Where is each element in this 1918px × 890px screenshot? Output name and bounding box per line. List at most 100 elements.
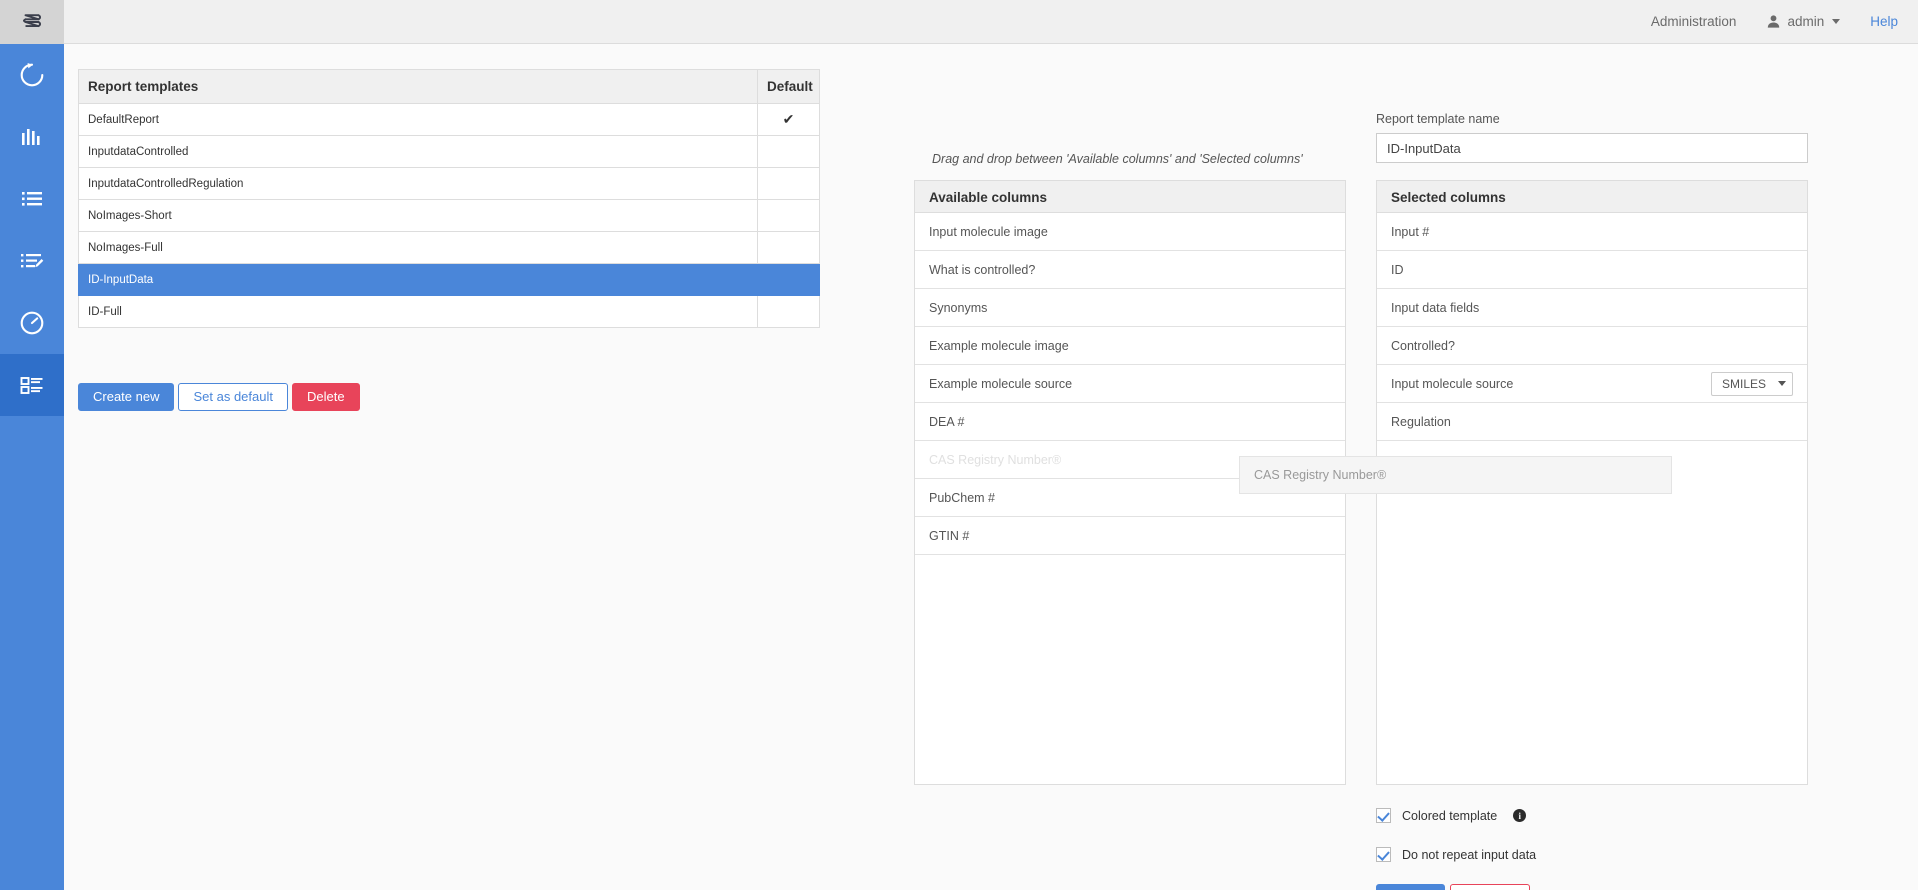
top-bar: Administration admin Help	[64, 0, 1918, 44]
column-label: What is controlled?	[929, 251, 1035, 289]
list-icon	[17, 184, 47, 214]
column-label: PubChem #	[929, 479, 995, 517]
sidebar-item-list[interactable]	[0, 168, 64, 230]
selected-column-item[interactable]: ID	[1377, 251, 1807, 289]
table-row[interactable]: NoImages-Short	[79, 200, 820, 232]
save-button[interactable]: Save	[1376, 884, 1445, 890]
help-link[interactable]: Help	[1870, 14, 1898, 29]
default-cell	[758, 232, 820, 264]
template-name-input[interactable]	[1376, 133, 1808, 163]
column-label: ID	[1391, 251, 1404, 289]
available-column-item[interactable]: DEA #	[915, 403, 1345, 441]
selected-column-item[interactable]: Controlled?	[1377, 327, 1807, 365]
template-name-cell: ID-Full	[79, 296, 758, 328]
table-row[interactable]: ID-InputData	[79, 264, 820, 296]
sidebar	[0, 0, 64, 890]
template-name-cell: NoImages-Short	[79, 200, 758, 232]
sidebar-item-gauge[interactable]	[0, 292, 64, 354]
molecule-source-value: SMILES	[1722, 373, 1766, 395]
chevron-down-icon	[1832, 19, 1840, 24]
column-label: Controlled?	[1391, 327, 1455, 365]
column-label: DEA #	[929, 403, 964, 441]
drag-ghost-item: CAS Registry Number®	[1239, 456, 1672, 494]
column-header-name: Report templates	[79, 70, 758, 104]
column-label: CAS Registry Number®	[929, 441, 1061, 479]
user-menu[interactable]: admin	[1766, 14, 1840, 29]
table-row[interactable]: InputdataControlledRegulation	[79, 168, 820, 200]
column-label: Example molecule image	[929, 327, 1069, 365]
column-label: Synonyms	[929, 289, 987, 327]
main-content: Report templates Default DefaultReport✔I…	[64, 44, 1918, 890]
template-actions: Create new Set as default Delete	[78, 383, 360, 411]
column-label: Input data fields	[1391, 289, 1479, 327]
app-logo[interactable]	[0, 0, 64, 44]
sidebar-item-statistics[interactable]	[0, 106, 64, 168]
available-column-item[interactable]: What is controlled?	[915, 251, 1345, 289]
selected-columns-title: Selected columns	[1377, 181, 1807, 213]
default-check-icon: ✔	[758, 104, 820, 136]
template-name-cell: InputdataControlled	[79, 136, 758, 168]
list-edit-icon	[17, 246, 47, 276]
do-not-repeat-label: Do not repeat input data	[1402, 848, 1536, 862]
default-cell	[758, 168, 820, 200]
table-row[interactable]: DefaultReport✔	[79, 104, 820, 136]
person-icon	[1766, 14, 1781, 29]
do-not-repeat-row: Do not repeat input data	[1376, 847, 1536, 862]
delete-button[interactable]: Delete	[292, 383, 360, 411]
selected-column-item[interactable]: Input molecule source SMILES	[1377, 365, 1807, 403]
report-templates-body: DefaultReport✔InputdataControlledInputda…	[79, 104, 820, 328]
template-name-cell: ID-InputData	[79, 264, 758, 296]
available-column-item[interactable]: Example molecule source	[915, 365, 1345, 403]
sidebar-item-report-templates[interactable]	[0, 354, 64, 416]
colored-template-label: Colored template	[1402, 809, 1497, 823]
default-cell	[758, 264, 820, 296]
template-name-cell: InputdataControlledRegulation	[79, 168, 758, 200]
column-label: Regulation	[1391, 403, 1451, 441]
column-label: Input molecule image	[929, 213, 1048, 251]
selected-column-item[interactable]: Input data fields	[1377, 289, 1807, 327]
info-icon[interactable]: i	[1513, 809, 1526, 822]
set-as-default-button[interactable]: Set as default	[178, 383, 288, 411]
available-columns-title: Available columns	[915, 181, 1345, 213]
available-column-item[interactable]: Input molecule image	[915, 213, 1345, 251]
sidebar-item-refresh[interactable]	[0, 44, 64, 106]
user-name: admin	[1787, 14, 1824, 29]
table-row[interactable]: InputdataControlled	[79, 136, 820, 168]
template-name-cell: DefaultReport	[79, 104, 758, 136]
column-label: Example molecule source	[929, 365, 1072, 403]
refresh-circle-icon	[17, 60, 47, 90]
app-root: Administration admin Help Report templat…	[0, 0, 1918, 890]
create-new-button[interactable]: Create new	[78, 383, 174, 411]
available-column-item[interactable]: GTIN #	[915, 517, 1345, 555]
molecule-source-select[interactable]: SMILES	[1711, 372, 1793, 396]
report-templates-panel: Report templates Default DefaultReport✔I…	[78, 69, 820, 328]
do-not-repeat-checkbox[interactable]	[1376, 847, 1391, 862]
sidebar-item-list-edit[interactable]	[0, 230, 64, 292]
chemaxon-s-logo-icon	[19, 9, 45, 35]
table-row[interactable]: NoImages-Full	[79, 232, 820, 264]
available-column-item[interactable]: Example molecule image	[915, 327, 1345, 365]
cancel-button[interactable]: Cancel	[1450, 884, 1530, 890]
drag-drop-hint: Drag and drop between 'Available columns…	[932, 152, 1303, 166]
default-cell	[758, 296, 820, 328]
selected-column-item[interactable]: Input #	[1377, 213, 1807, 251]
column-label: Input molecule source	[1391, 365, 1513, 403]
available-columns-list: Input molecule imageWhat is controlled?S…	[915, 213, 1345, 555]
form-actions: Save Cancel	[1376, 884, 1530, 890]
gauge-icon	[17, 308, 47, 338]
colored-template-checkbox[interactable]	[1376, 808, 1391, 823]
report-layout-icon	[17, 370, 47, 400]
bar-chart-icon	[17, 122, 47, 152]
chevron-down-icon	[1778, 381, 1786, 386]
column-label: GTIN #	[929, 517, 969, 555]
available-column-item[interactable]: Synonyms	[915, 289, 1345, 327]
template-name-label: Report template name	[1376, 112, 1500, 126]
administration-link[interactable]: Administration	[1651, 14, 1737, 29]
column-label: Input #	[1391, 213, 1429, 251]
default-cell	[758, 200, 820, 232]
selected-columns-list: Input #IDInput data fieldsControlled?Inp…	[1377, 213, 1807, 441]
column-header-default: Default	[758, 70, 820, 104]
table-row[interactable]: ID-Full	[79, 296, 820, 328]
table-header-row: Report templates Default	[79, 70, 820, 104]
selected-column-item[interactable]: Regulation	[1377, 403, 1807, 441]
